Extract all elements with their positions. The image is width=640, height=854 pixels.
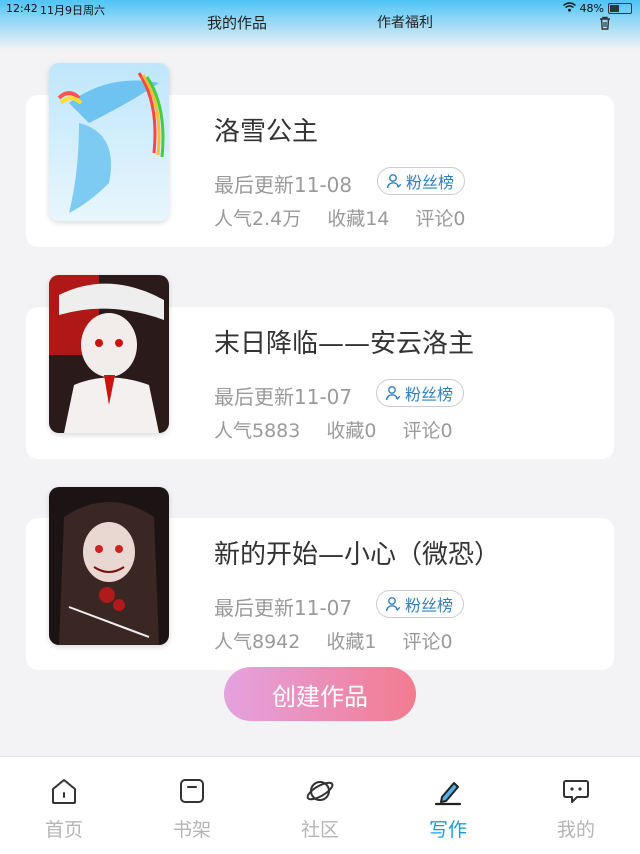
user-icon <box>386 174 402 189</box>
work-cover-image[interactable] <box>49 487 169 645</box>
fans-label: 粉丝榜 <box>405 385 454 404</box>
battery-icon <box>608 3 632 14</box>
fans-ranking-button[interactable]: 粉丝榜 <box>377 167 466 195</box>
fans-ranking-button[interactable]: 粉丝榜 <box>376 379 465 407</box>
fans-ranking-button[interactable]: 粉丝榜 <box>376 590 465 618</box>
chat-bubble-icon <box>563 780 589 803</box>
work-stats: 人气2.4万 收藏14 评论0 <box>214 204 492 231</box>
tab-bookshelf[interactable]: 书架 <box>152 775 232 842</box>
bookshelf-icon <box>180 779 204 803</box>
work-title: 末日降临——安云洛主 <box>214 329 475 359</box>
favorites: 收藏0 <box>326 420 377 442</box>
comments: 评论0 <box>402 420 453 442</box>
last-updated: 最后更新11-07 <box>214 385 353 409</box>
tab-home[interactable]: 首页 <box>24 775 104 842</box>
fans-label: 粉丝榜 <box>406 173 455 192</box>
pen-icon <box>434 782 462 806</box>
tab-label: 首页 <box>44 819 83 841</box>
tab-label: 我的 <box>556 819 595 841</box>
last-updated: 最后更新11-07 <box>214 596 353 620</box>
create-work-button[interactable]: 创建作品 <box>224 667 416 721</box>
status-date: 11月9日周六 <box>40 4 105 17</box>
popularity: 人气2.4万 <box>214 208 302 230</box>
favorites: 收藏1 <box>326 631 377 653</box>
popularity: 人气5883 <box>214 420 301 442</box>
work-stats: 人气5883 收藏0 评论0 <box>214 416 479 443</box>
status-right: 48% <box>562 2 632 15</box>
tab-label: 社区 <box>300 819 339 841</box>
tab-label: 写作 <box>428 819 467 841</box>
wifi-icon <box>562 2 576 15</box>
tab-mine[interactable]: 我的 <box>536 775 616 842</box>
favorites: 收藏14 <box>327 208 390 230</box>
comments: 评论0 <box>402 631 453 653</box>
tab-writing[interactable]: 写作 <box>408 775 488 842</box>
last-updated: 最后更新11-08 <box>214 173 353 197</box>
user-icon <box>385 386 401 401</box>
status-bar: 12:42 11月9日周六 48% <box>0 0 640 20</box>
bottom-tab-bar: 首页 书架 社区 写作 我的 <box>0 756 640 854</box>
comments: 评论0 <box>415 208 466 230</box>
user-icon <box>385 597 401 612</box>
work-cover-image[interactable] <box>49 275 169 433</box>
work-title: 新的开始—小心（微恐） <box>214 540 501 570</box>
tab-community[interactable]: 社区 <box>280 775 360 842</box>
status-time: 12:42 <box>6 2 38 15</box>
popularity: 人气8942 <box>214 631 301 653</box>
home-icon <box>52 779 76 804</box>
tab-label: 书架 <box>172 819 211 841</box>
planet-icon <box>306 781 334 801</box>
battery-percent: 48% <box>579 2 604 15</box>
work-cover-image[interactable] <box>49 63 169 221</box>
work-title: 洛雪公主 <box>214 117 319 147</box>
fans-label: 粉丝榜 <box>405 596 454 615</box>
work-stats: 人气8942 收藏1 评论0 <box>214 627 479 654</box>
